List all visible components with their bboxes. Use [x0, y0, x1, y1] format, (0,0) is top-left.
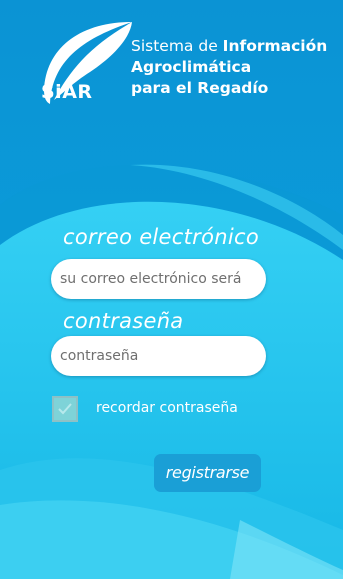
password-field[interactable] — [51, 336, 266, 376]
email-label: correo electrónico — [63, 225, 259, 249]
title-line-3: para el Regadío — [131, 79, 269, 97]
login-screen: SiAR Sistema de Información Agroclimátic… — [0, 0, 343, 579]
password-label: contraseña — [63, 309, 184, 333]
title-line-2: Agroclimática — [131, 58, 252, 76]
title-line-1: Sistema de Información — [131, 37, 328, 55]
register-button[interactable]: registrarse — [154, 454, 261, 492]
checkmark-icon — [58, 403, 72, 415]
email-field[interactable] — [51, 259, 266, 299]
remember-label: recordar contraseña — [96, 400, 238, 416]
logo-text: SiAR — [41, 81, 93, 103]
app-title: Sistema de Información Agroclimática par… — [131, 36, 327, 99]
remember-checkbox[interactable] — [52, 396, 78, 422]
